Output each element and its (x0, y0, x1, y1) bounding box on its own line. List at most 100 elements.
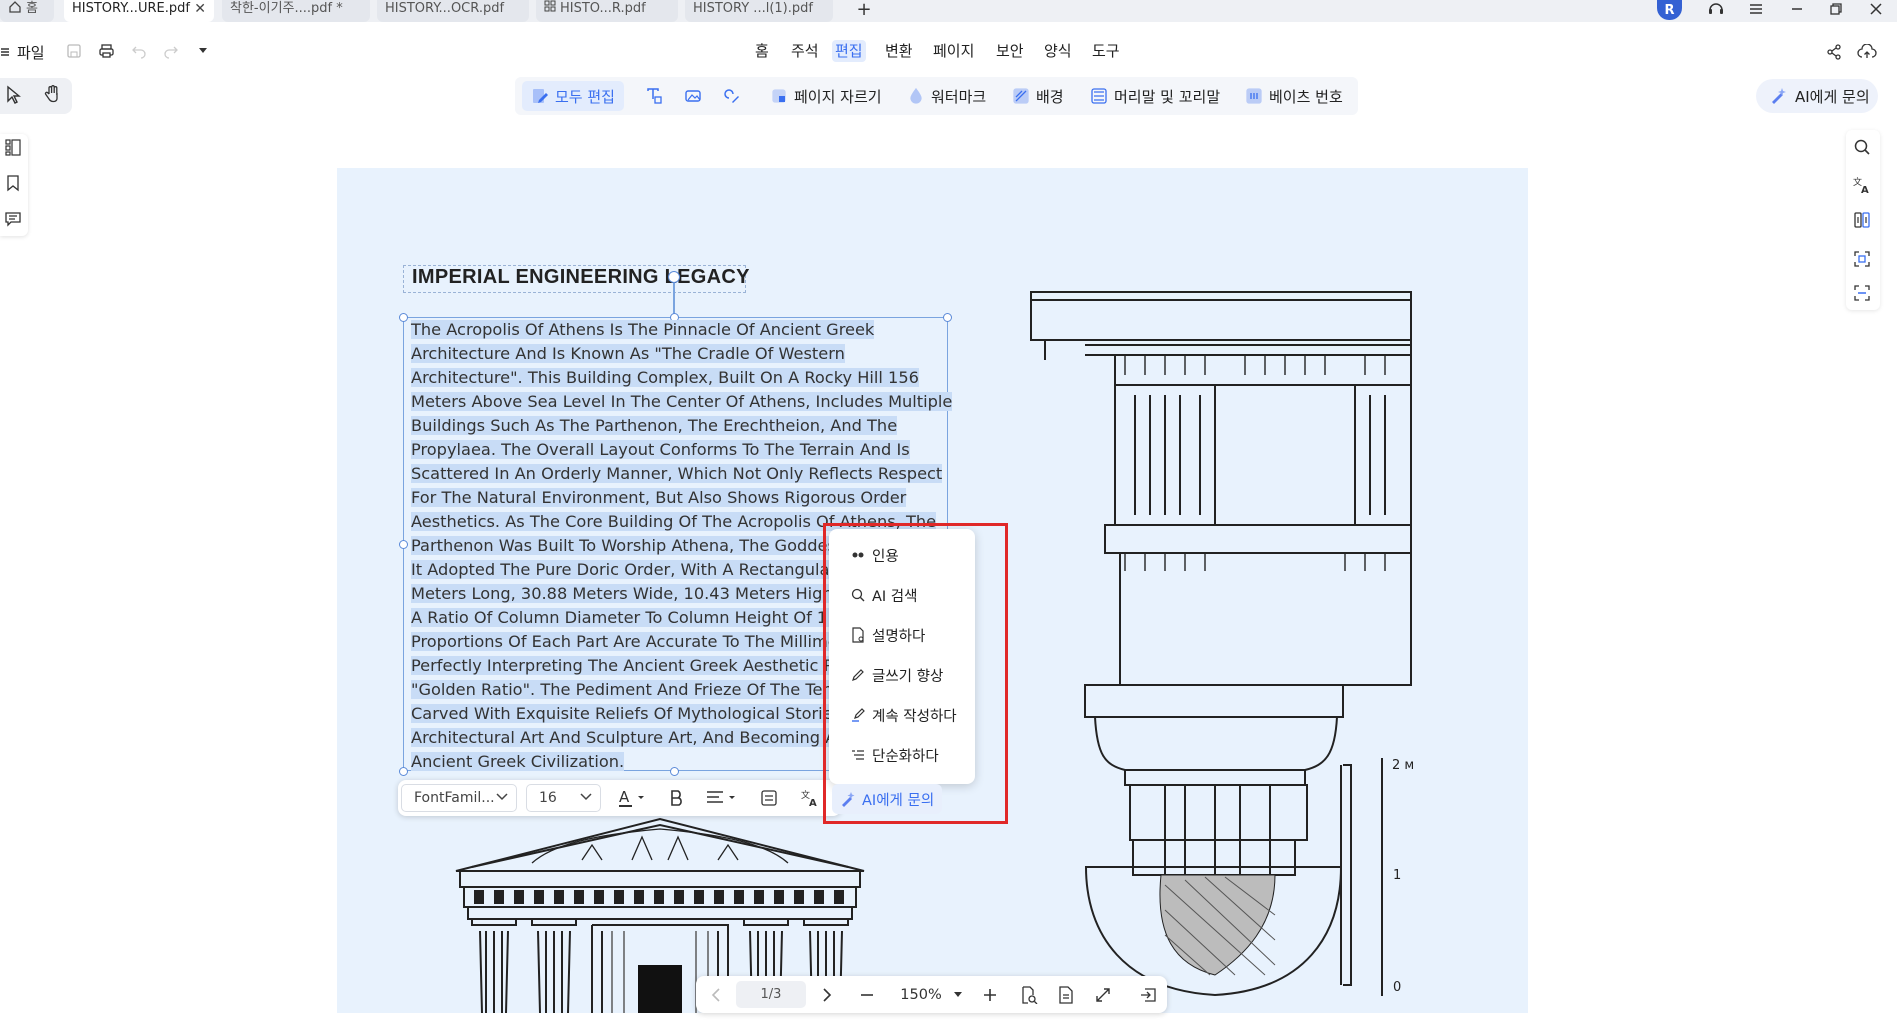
bates-number-button[interactable]: 베이츠 번호 (1245, 81, 1343, 111)
image-icon (684, 87, 702, 105)
scale-label-mid: 1 (1393, 868, 1402, 883)
align-button[interactable] (702, 786, 742, 810)
print-icon[interactable] (98, 43, 115, 59)
zoom-in-icon[interactable] (978, 982, 1002, 1008)
text-line: Architectural Art And Sculpture Art, And… (411, 728, 852, 747)
edit-all-button[interactable]: 모두 편집 (522, 81, 624, 111)
line-spacing-icon[interactable] (757, 786, 781, 810)
fit-width-icon[interactable] (1054, 982, 1078, 1008)
compare-icon[interactable] (1850, 208, 1874, 232)
menu-annotate[interactable]: 주석 (788, 40, 822, 62)
ask-ai-button[interactable]: AI에게 문의 (1756, 79, 1878, 113)
new-tab-icon[interactable]: + (855, 0, 873, 20)
menu-page[interactable]: 페이지 (930, 40, 977, 62)
zoom-level-select[interactable]: 150% (893, 982, 969, 1008)
next-page-icon[interactable] (815, 982, 839, 1008)
tab-label: HISTORY...OCR.pdf (385, 1, 505, 16)
search-icon[interactable] (1850, 135, 1874, 159)
thumbnails-icon[interactable] (1, 135, 25, 159)
close-window-icon[interactable] (1866, 0, 1886, 18)
background-icon (1012, 87, 1030, 105)
chevron-down-icon (496, 793, 508, 801)
align-left-icon (705, 789, 739, 807)
edit-link-button[interactable] (722, 81, 740, 111)
rotate-handle[interactable] (668, 271, 680, 283)
edit-text-button[interactable] (645, 81, 663, 111)
edit-image-button[interactable] (684, 81, 702, 111)
cloud-upload-icon[interactable] (1857, 44, 1877, 60)
hamburger-menu-icon[interactable] (1746, 0, 1766, 18)
text-line: Ancient Greek Civilization. (411, 752, 625, 771)
grid-file-icon (544, 0, 556, 12)
scale-label-top: 2 м (1392, 758, 1415, 773)
ai-sparkle-icon (1769, 87, 1787, 105)
highlight-annotation-box (823, 523, 1008, 824)
previous-page-icon[interactable] (704, 982, 728, 1008)
comment-icon[interactable] (1, 207, 25, 231)
font-color-button[interactable]: A (613, 786, 651, 810)
document-title[interactable]: IMPERIAL ENGINEERING LEGACY (412, 266, 750, 289)
minimize-icon[interactable] (1787, 0, 1807, 18)
crop-page-button[interactable]: 페이지 자르기 (770, 81, 882, 111)
support-icon[interactable] (1706, 0, 1726, 18)
translate-text-icon[interactable]: 文A (797, 786, 823, 810)
undo-icon[interactable] (131, 43, 147, 59)
share-icon[interactable] (1826, 44, 1842, 60)
resize-handle[interactable] (399, 313, 408, 322)
watermark-button[interactable]: 워터마크 (907, 81, 986, 111)
tab-document[interactable]: 착한-이기주....pdf * (222, 0, 370, 22)
tab-label: HISTO...R.pdf (560, 1, 646, 16)
chevron-down-icon (580, 793, 592, 801)
file-menu-label: 파일 (17, 43, 45, 62)
cursor-select-icon[interactable] (5, 85, 23, 105)
quick-access-dropdown-icon[interactable] (198, 47, 208, 55)
save-icon[interactable] (66, 43, 82, 59)
text-line: Parthenon Was Built To Worship Athena, T… (411, 536, 845, 555)
close-tab-icon[interactable]: ✕ (194, 0, 206, 18)
menu-form[interactable]: 양식 (1041, 40, 1075, 62)
tab-home[interactable]: 홈 (0, 0, 54, 22)
tab-document[interactable]: HISTO...R.pdf (536, 0, 678, 22)
resize-handle[interactable] (399, 767, 408, 776)
restore-window-icon[interactable] (1826, 0, 1846, 18)
font-family-select[interactable]: FontFamil... (401, 784, 517, 812)
tab-document[interactable]: HISTORY...OCR.pdf (377, 0, 529, 22)
tab-document-active[interactable]: HISTORY...URE.pdf ✕ (64, 0, 214, 22)
bold-icon[interactable] (665, 786, 689, 810)
file-menu[interactable]: 파일 (0, 42, 45, 62)
scan-icon[interactable] (1850, 281, 1874, 305)
background-button[interactable]: 배경 (1012, 81, 1064, 111)
avatar-initial: R (1664, 2, 1675, 18)
text-line: Propylaea. The Overall Layout Conforms T… (411, 440, 910, 459)
bookmark-icon[interactable] (1, 171, 25, 195)
zoom-out-icon[interactable] (855, 982, 879, 1008)
page-number-input[interactable]: 1/3 (736, 981, 806, 1008)
translate-icon[interactable]: 文A (1850, 173, 1874, 197)
menu-tools[interactable]: 도구 (1089, 40, 1123, 62)
exit-view-icon[interactable] (1136, 982, 1160, 1008)
resize-handle[interactable] (399, 540, 408, 549)
menu-lines-icon (0, 46, 12, 58)
fullscreen-icon[interactable] (1091, 982, 1115, 1008)
font-size-select[interactable]: 16 (526, 784, 601, 812)
tab-label: HISTORY...URE.pdf (72, 1, 190, 16)
bates-number-label: 베이츠 번호 (1269, 87, 1343, 106)
text-line: Buildings Such As The Parthenon, The Ere… (411, 416, 898, 435)
text-box-icon (645, 87, 663, 105)
text-line: Perfectly Interpreting The Ancient Greek… (411, 656, 844, 675)
menu-convert[interactable]: 변환 (882, 40, 916, 62)
menu-home[interactable]: 홈 (752, 40, 772, 62)
tab-document[interactable]: HISTORY ...l(1).pdf (685, 0, 833, 22)
font-family-value: FontFamil... (414, 790, 495, 806)
font-color-icon: A (617, 788, 647, 808)
menu-edit[interactable]: 편집 (832, 40, 866, 62)
scale-label-bottom: 0 (1393, 980, 1402, 995)
fit-page-icon[interactable] (1017, 982, 1041, 1008)
svg-text:A: A (1861, 185, 1869, 195)
menu-security[interactable]: 보안 (993, 40, 1027, 62)
header-footer-button[interactable]: 머리말 및 꼬리말 (1090, 81, 1220, 111)
redo-icon[interactable] (163, 43, 179, 59)
hand-pan-icon[interactable] (43, 84, 63, 104)
text-line: Meters Long, 30.88 Meters Wide, 10.43 Me… (411, 584, 850, 603)
ocr-icon[interactable] (1850, 247, 1874, 271)
